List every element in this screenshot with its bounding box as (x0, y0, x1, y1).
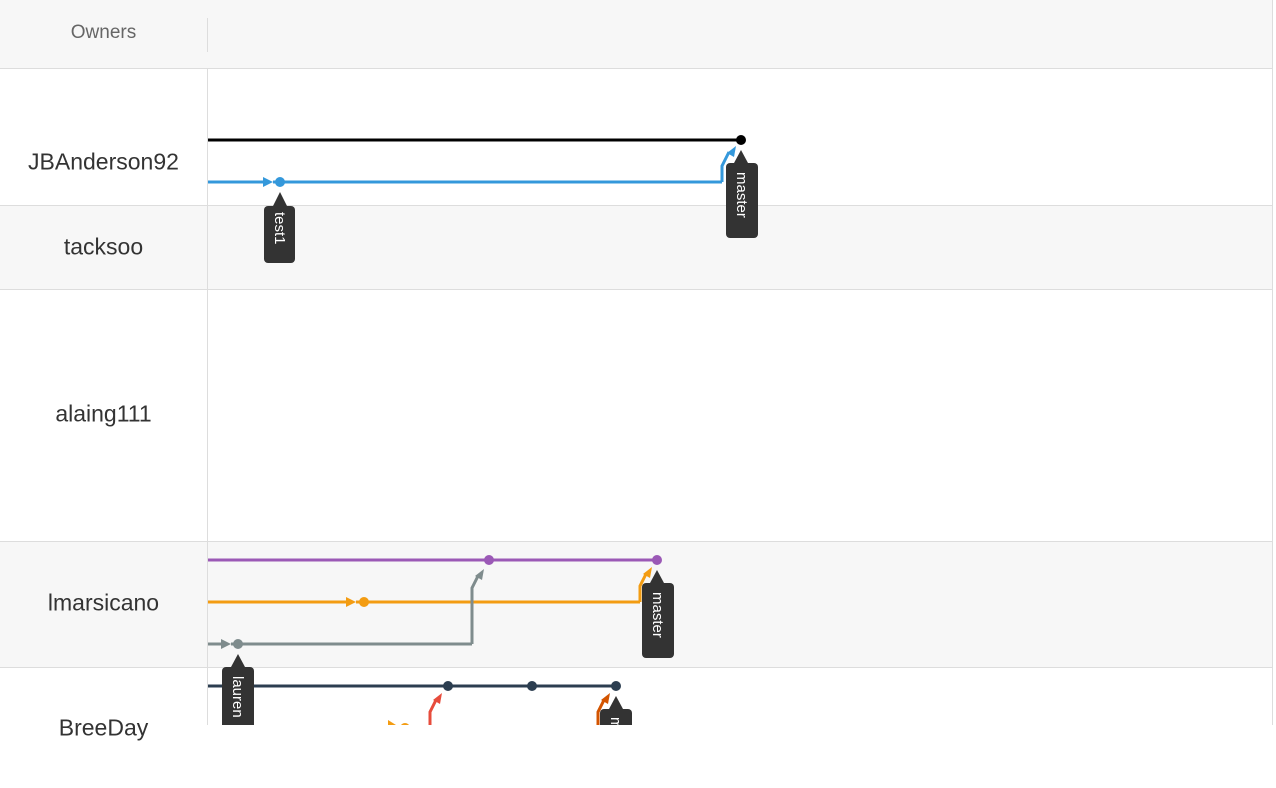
bd-branch-orange (388, 720, 409, 725)
branch-tag-master[interactable]: master (642, 570, 674, 658)
lm-branch-orange (208, 567, 652, 607)
commit-dot[interactable] (652, 555, 662, 565)
network-graph: test1 master master lauren m (208, 135, 758, 725)
commit-dot[interactable] (359, 597, 369, 607)
branch-tag-label: lauren (229, 676, 246, 718)
lm-branch-gray (208, 569, 484, 649)
bd-branch-navy (208, 681, 621, 691)
commit-dot[interactable] (611, 681, 621, 691)
branch-tag-label: master (649, 592, 666, 638)
branch-tag-lauren[interactable]: lauren (222, 654, 254, 725)
arrow-right-icon (263, 177, 273, 187)
bd-branch-red (428, 693, 442, 725)
branch-tag-test1[interactable]: test1 (264, 192, 295, 263)
commit-dot[interactable] (484, 555, 494, 565)
commit-dot[interactable] (736, 135, 746, 145)
lm-branch-purple (208, 555, 662, 565)
jb-branch-blue (208, 146, 736, 187)
commit-dot[interactable] (233, 639, 243, 649)
arrow-right-icon (221, 639, 231, 649)
commit-dot[interactable] (527, 681, 537, 691)
arrow-right-icon (388, 720, 396, 725)
branch-tag-label: m (607, 717, 624, 725)
arrow-right-icon (346, 597, 356, 607)
jb-branch-master (208, 135, 746, 145)
branch-tag-master[interactable]: master (726, 150, 758, 238)
branch-tag-label: test1 (271, 212, 288, 245)
commit-dot[interactable] (275, 177, 285, 187)
commit-dot[interactable] (443, 681, 453, 691)
branch-tag-label: master (733, 172, 750, 218)
